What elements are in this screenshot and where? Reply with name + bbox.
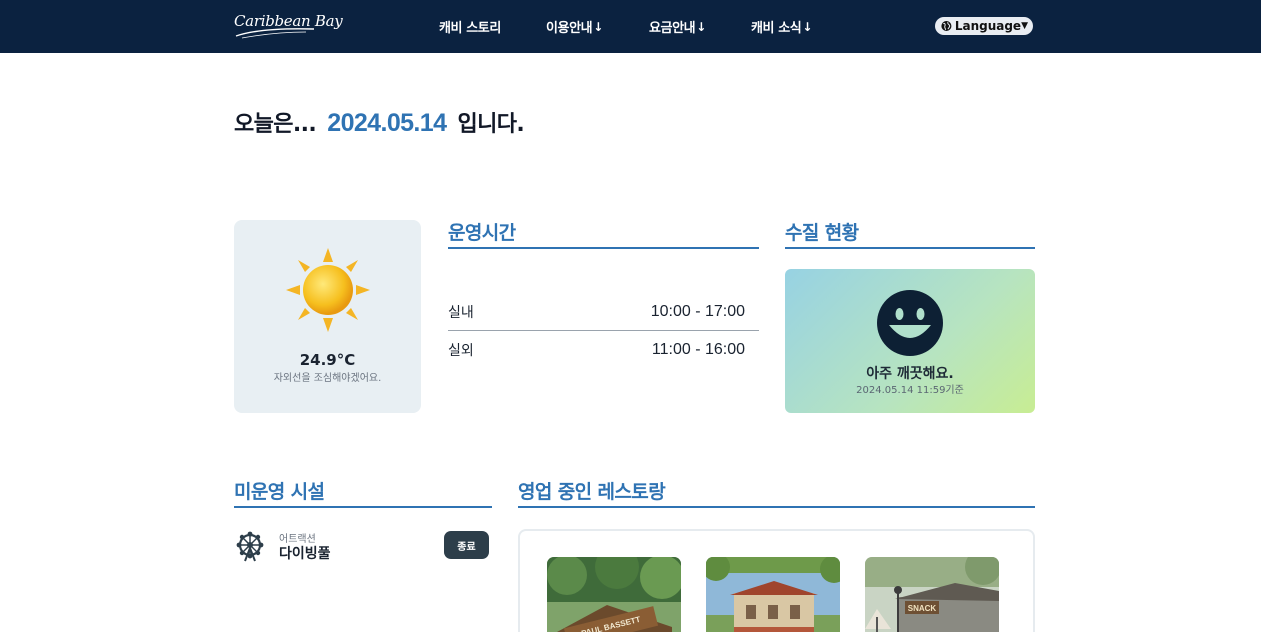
hours-title: 운영시간 — [448, 222, 516, 244]
water-quality-updated: 2024.05.14 11:59기준 — [856, 385, 964, 396]
arrow-down-icon: ↓ — [696, 19, 706, 34]
restaurant-photo: PAUL BASSETT — [547, 557, 681, 632]
smiley-icon — [877, 290, 943, 356]
language-label: Language — [954, 19, 1022, 33]
top-navigation-bar: Caribbean Bay 캐비 스토리 이용안내 ↓ 요금안내 ↓ 캐비 소식… — [0, 0, 1261, 53]
restaurants-underline — [518, 506, 1035, 508]
hours-time: 10:00 - 17:00 — [650, 303, 745, 320]
nav-label: 캐비 스토리 — [439, 21, 501, 36]
hours-row-outdoor: 실외 11:00 - 16:00 — [448, 335, 759, 365]
sun-icon — [286, 248, 370, 332]
water-quality-title: 수질 현황 — [785, 222, 859, 244]
hours-label: 실외 — [448, 343, 474, 359]
restaurants-title: 영업 중인 레스토랑 — [518, 481, 666, 503]
nav-label: 이용안내 — [546, 21, 593, 36]
ferris-wheel-icon — [236, 531, 264, 562]
weather-card: 24.9°C 자외선을 조심해야겠어요. — [234, 220, 421, 413]
logo-swoosh-icon — [235, 28, 315, 39]
hours-row-indoor: 실내 10:00 - 17:00 — [448, 297, 759, 327]
facility-item: 어트랙션 다이빙풀 종료 — [234, 528, 492, 564]
date-prefix: 오늘은... — [234, 112, 317, 137]
closed-facilities-underline — [234, 506, 492, 508]
restaurant-photo: SNACK — [865, 557, 999, 632]
closed-facilities-title: 미운영 시설 — [234, 481, 325, 503]
water-quality-underline — [785, 247, 1035, 249]
hours-label: 실내 — [448, 305, 474, 321]
globe-icon — [941, 20, 952, 32]
arrow-down-icon: ↓ — [593, 19, 603, 34]
date-value: 2024.05.14 — [327, 109, 447, 137]
hours-divider — [448, 330, 759, 331]
nav-usage-guide[interactable]: 이용안내 ↓ — [546, 17, 603, 37]
caribbean-bay-logo[interactable]: Caribbean Bay — [234, 8, 343, 40]
restaurant-card-building[interactable] — [706, 557, 840, 632]
nav-cabi-news[interactable]: 캐비 소식 ↓ — [751, 17, 813, 37]
hours-time: 11:00 - 16:00 — [651, 341, 745, 358]
nav-label: 요금안내 — [649, 21, 696, 36]
nav-cabi-story[interactable]: 캐비 스토리 — [439, 17, 501, 36]
date-suffix: 입니다. — [457, 112, 525, 137]
nav-price-guide[interactable]: 요금안내 ↓ — [649, 17, 706, 37]
water-quality-card: 아주 깨끗해요. 2024.05.14 11:59기준 — [785, 269, 1035, 413]
arrow-down-icon: ↓ — [802, 19, 813, 34]
temperature-value: 24.9°C — [299, 351, 356, 369]
restaurant-card-snack[interactable]: SNACK — [865, 557, 999, 632]
facility-status-button[interactable]: 종료 — [444, 531, 489, 559]
today-date-heading: 오늘은... 2024.05.14 입니다. — [234, 106, 525, 138]
restaurant-card-paul-bassett[interactable]: PAUL BASSETT — [547, 557, 681, 632]
weather-message: 자외선을 조심해야겠어요. — [273, 373, 382, 384]
language-select[interactable]: Language ▼ — [935, 17, 1033, 35]
hours-title-underline — [448, 247, 759, 249]
restaurant-photo — [706, 557, 840, 632]
restaurant-sign: SNACK — [908, 604, 937, 613]
facility-name: 다이빙풀 — [279, 546, 331, 562]
water-quality-status: 아주 깨끗해요. — [866, 366, 954, 382]
nav-label: 캐비 소식 — [751, 21, 802, 36]
caret-down-icon: ▼ — [1021, 21, 1028, 31]
